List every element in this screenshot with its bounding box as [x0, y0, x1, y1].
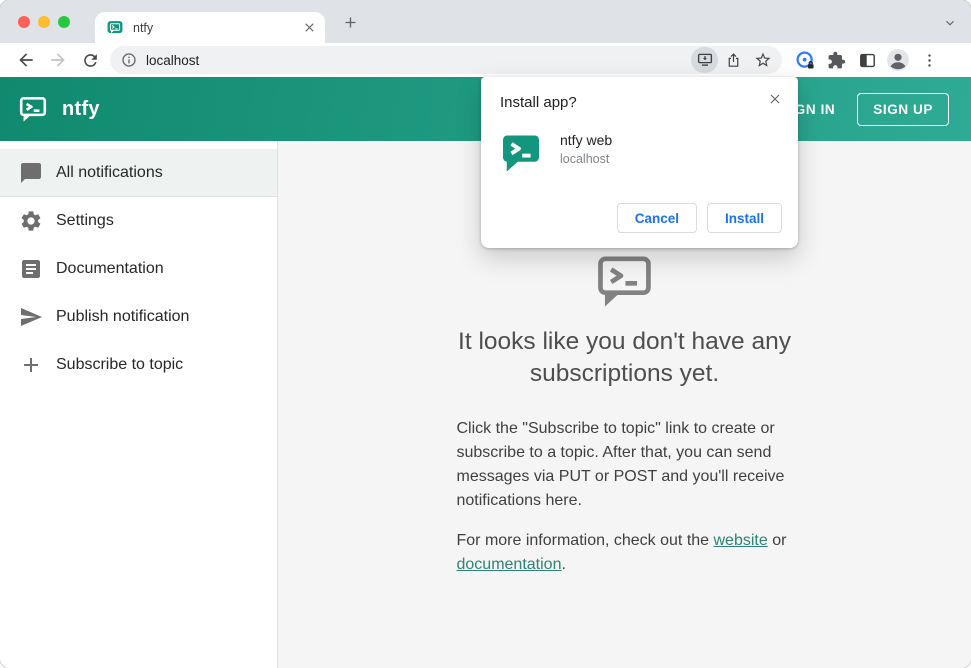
back-icon[interactable] [10, 46, 42, 74]
address-url[interactable]: localhost [146, 53, 691, 68]
new-tab-button[interactable] [342, 14, 359, 31]
ntfy-watermark-icon [597, 256, 651, 307]
dialog-actions: Cancel Install [500, 203, 782, 233]
browser-toolbar: localhost [0, 43, 971, 77]
sidebar-item-label: Documentation [56, 260, 164, 277]
sidebar-nav: All notifications Settings Documentation… [0, 141, 278, 668]
links-text-prefix: For more information, check out the [456, 531, 714, 549]
sidebar-item-documentation[interactable]: Documentation [0, 245, 277, 293]
sidebar-item-label: Subscribe to topic [56, 356, 184, 373]
extensions-puzzle-icon[interactable] [823, 47, 849, 73]
gear-icon [19, 209, 43, 233]
chat-icon [19, 161, 43, 185]
install-app-texts: ntfy web localhost [560, 131, 612, 173]
article-icon [19, 257, 43, 281]
window-controls [18, 16, 70, 28]
password-manager-extension-icon[interactable] [792, 47, 818, 73]
page-info-icon[interactable] [121, 52, 137, 68]
send-icon [19, 305, 43, 329]
sidebar-item-label: Settings [56, 212, 114, 229]
browser-menu-icon[interactable] [916, 47, 942, 73]
bookmark-star-icon[interactable] [748, 47, 778, 73]
tab-close-icon[interactable] [302, 20, 317, 35]
install-app-origin: localhost [560, 152, 610, 166]
install-app-name: ntfy web [560, 132, 613, 148]
ntfy-app-icon [503, 135, 539, 172]
documentation-link[interactable]: documentation [457, 556, 562, 573]
forward-icon[interactable] [42, 46, 74, 74]
install-dialog-title: Install app? [500, 94, 577, 111]
install-app-dialog: Install app? ntfy web localhost Cancel I… [481, 77, 798, 248]
cancel-button[interactable]: Cancel [616, 203, 697, 233]
app-title[interactable]: ntfy [62, 98, 100, 121]
ntfy-logo-icon[interactable] [18, 94, 48, 124]
profile-avatar-icon[interactable] [885, 47, 911, 73]
plus-icon [19, 353, 43, 377]
sign-up-button[interactable]: SIGN UP [857, 92, 949, 126]
sidebar-item-publish-notification[interactable]: Publish notification [0, 293, 277, 341]
install-button[interactable]: Install [706, 203, 782, 233]
empty-state-heading: It looks like you don't have any subscri… [458, 328, 791, 388]
side-panel-icon[interactable] [854, 47, 880, 73]
website-link[interactable]: website [714, 532, 768, 549]
sidebar-item-label: Publish notification [56, 308, 190, 325]
tab-search-chevron-icon[interactable] [943, 16, 957, 30]
extension-area [792, 47, 942, 73]
tab-favicon-ntfy-icon [107, 20, 123, 36]
browser-window: ntfy localhost ntfy SIGN IN SIGN UP All … [0, 0, 971, 668]
sidebar-item-settings[interactable]: Settings [0, 197, 277, 245]
close-window-button[interactable] [18, 16, 30, 28]
empty-state-paragraph: Click the "Subscribe to topic" link to c… [456, 419, 785, 509]
empty-state-links-paragraph: For more information, check out the webs… [457, 529, 793, 577]
reload-icon[interactable] [74, 46, 106, 74]
share-icon[interactable] [718, 47, 748, 73]
sidebar-item-subscribe-to-topic[interactable]: Subscribe to topic [0, 341, 277, 389]
zoom-window-button[interactable] [58, 16, 70, 28]
sidebar-item-all-notifications[interactable]: All notifications [0, 149, 277, 197]
address-bar[interactable]: localhost [110, 46, 782, 74]
links-text-mid: or [767, 531, 787, 549]
minimize-window-button[interactable] [38, 16, 50, 28]
install-app-info: ntfy web localhost [500, 131, 782, 173]
links-text-suffix: . [561, 555, 566, 573]
empty-state: It looks like you don't have any subscri… [457, 253, 793, 668]
install-app-icon[interactable] [691, 47, 718, 73]
sidebar-item-label: All notifications [56, 163, 163, 181]
tab-title: ntfy [133, 20, 154, 35]
tab-strip: ntfy [0, 0, 971, 43]
browser-tab-ntfy[interactable]: ntfy [95, 12, 325, 43]
dialog-close-icon[interactable] [762, 86, 788, 112]
